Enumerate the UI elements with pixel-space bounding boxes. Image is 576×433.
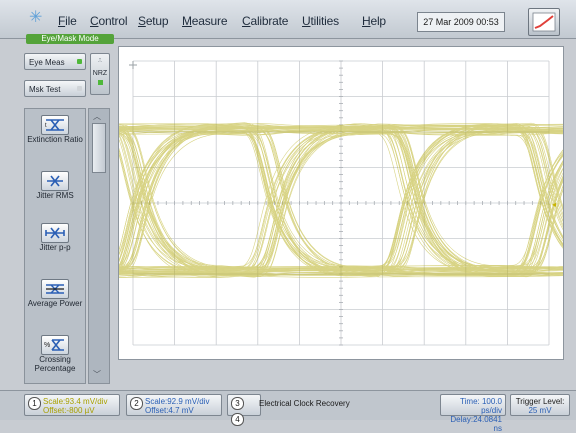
menu-utilities[interactable]: Utilities	[302, 14, 339, 28]
channel-2-number: 2	[130, 397, 143, 410]
average-power-icon	[41, 279, 69, 299]
menu-measure[interactable]: Measure	[182, 14, 227, 28]
jitter-rms-label: Jitter RMS	[36, 191, 74, 200]
msk-test-label: Msk Test	[29, 85, 61, 94]
channel-1-button[interactable]: 1 Scale:93.4 mV/div Offset:-800 µV	[24, 394, 120, 416]
status-led-icon	[97, 80, 103, 85]
extinction-ratio-tool[interactable]: t Extinction Ratio	[25, 115, 85, 144]
nrz-label: NRZ	[92, 70, 108, 77]
crossing-percentage-tool[interactable]: % Crossing Percentage	[25, 335, 85, 373]
msk-test-button[interactable]: Msk Test	[24, 80, 86, 97]
trigger-level-button[interactable]: Trigger Level: 25 mV	[510, 394, 570, 416]
average-power-tool[interactable]: Average Power	[25, 279, 85, 308]
crossing-percentage-icon: %	[41, 335, 69, 355]
scroll-down-icon[interactable]: ﹀	[93, 369, 101, 380]
menu-control[interactable]: Control	[90, 14, 127, 28]
channel-2-offset: Offset:4.7 mV	[145, 406, 194, 415]
jitter-pp-tool[interactable]: Jitter p-p	[25, 223, 85, 252]
delay-value: Delay:24.0841 ns	[450, 415, 502, 433]
svg-text:t: t	[45, 123, 47, 129]
channel-1-offset: Offset:-800 µV	[43, 406, 95, 415]
nrz-button[interactable]: ⎍ NRZ	[90, 53, 110, 95]
menu-setup[interactable]: Setup	[138, 14, 169, 28]
jitter-rms-tool[interactable]: Jitter RMS	[25, 171, 85, 200]
measurement-tool-panel: t Extinction Ratio Jitter RMS Jitter p-p…	[24, 108, 86, 384]
channel-2-button[interactable]: 2 Scale:92.9 mV/div Offset:4.7 mV	[126, 394, 222, 416]
jitter-pp-label: Jitter p-p	[39, 243, 71, 252]
menu-help[interactable]: Help	[362, 14, 386, 28]
crossing-percentage-label: Crossing Percentage	[34, 355, 76, 373]
waveform-icon	[532, 12, 556, 32]
eye-diagram-plot: ◂	[119, 47, 563, 359]
eye-meas-label: Eye Meas	[29, 58, 65, 67]
date-time-display: 27 Mar 2009 00:53	[417, 12, 505, 32]
trigger-level-label: Trigger Level:	[515, 397, 565, 406]
oscilloscope-display[interactable]: ◂	[118, 46, 564, 360]
jitter-rms-icon	[41, 171, 69, 191]
scroll-thumb[interactable]	[92, 123, 106, 173]
menu-calibrate[interactable]: Calibrate	[242, 14, 288, 28]
extinction-ratio-icon: t	[41, 115, 69, 135]
scroll-up-icon[interactable]: ︿	[93, 111, 101, 122]
timebase-button[interactable]: Time: 100.0 ps/div Delay:24.0841 ns	[440, 394, 506, 433]
trace-marker-icon: ◂	[552, 200, 556, 209]
channel-1-scale: Scale:93.4 mV/div	[43, 397, 108, 406]
status-led-icon	[77, 86, 82, 91]
trigger-level-value: 25 mV	[528, 406, 552, 415]
channel-2-scale: Scale:92.9 mV/div	[145, 397, 210, 406]
tool-scrollbar[interactable]: ︿ ﹀	[88, 108, 110, 384]
menu-file[interactable]: File	[58, 14, 77, 28]
jitter-pp-icon	[41, 223, 69, 243]
mode-label: Eye/Mask Mode	[26, 34, 114, 44]
starburst-icon[interactable]: ✳	[29, 10, 42, 26]
average-power-label: Average Power	[27, 299, 83, 308]
svg-text:%: %	[44, 342, 50, 349]
nrz-waveform-icon: ⎍	[97, 58, 103, 64]
channel-3-number[interactable]: 3	[231, 397, 244, 410]
clock-recovery-label: Electrical Clock Recovery	[259, 399, 350, 408]
status-led-icon	[77, 59, 82, 64]
time-per-div: Time: 100.0 ps/div	[460, 397, 502, 415]
eye-meas-button[interactable]: Eye Meas	[24, 53, 86, 70]
waveform-button[interactable]	[528, 8, 560, 36]
channel-4-number[interactable]: 4	[231, 413, 244, 426]
channel-1-number: 1	[28, 397, 41, 410]
extinction-ratio-label: Extinction Ratio	[27, 135, 83, 144]
